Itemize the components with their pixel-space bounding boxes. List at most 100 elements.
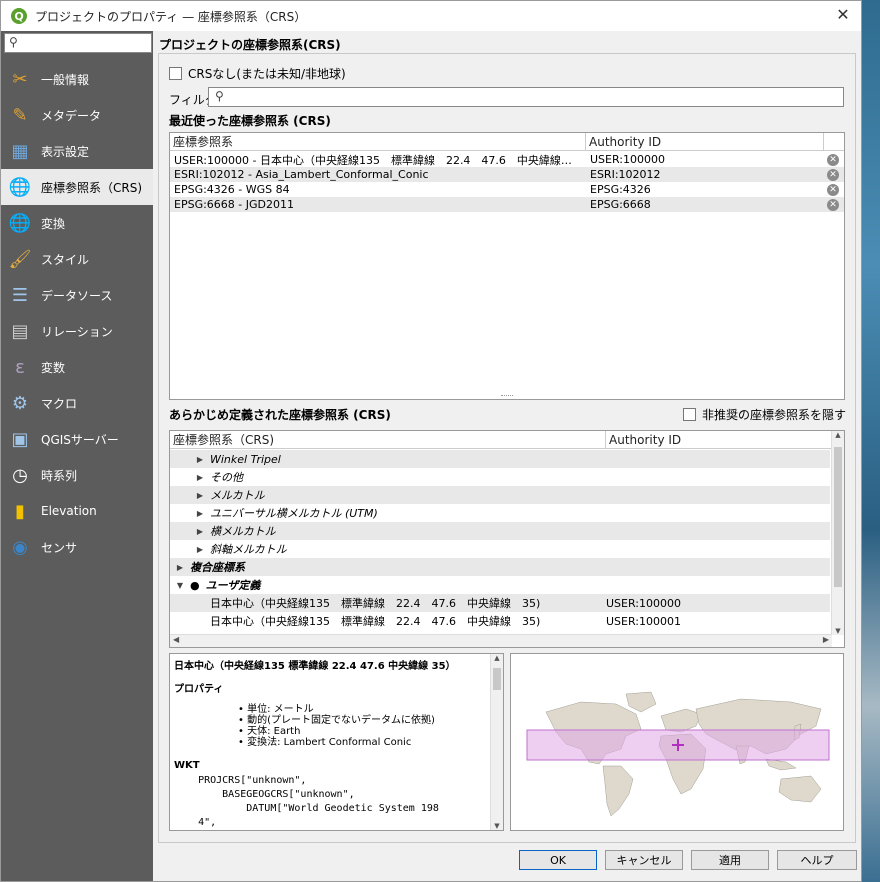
collapsed-arrow-icon[interactable]: ▶ [194,545,206,554]
hide-deprecated-option[interactable]: 非推奨の座標参照系を隠す [683,406,846,423]
col-header-authority[interactable]: Authority ID [586,133,824,151]
tree-row-label: 複合座標系 [190,561,245,574]
tree-row[interactable]: ▶ メルカトル [170,486,830,504]
sidebar-item-tools[interactable]: ✂ 一般情報 [1,61,153,97]
datasource-icon: ☰ [11,284,29,306]
sidebar-item-transform[interactable]: 🌐 変換 [1,205,153,241]
sidebar-item-brush[interactable]: 🖌 スタイル [1,241,153,277]
scroll-down-arrow[interactable]: ▼ [491,822,503,830]
crs-props-list: • 単位: メートル • 動的(プレート固定でないデータムに依拠) • 天体: Ea… [238,704,435,748]
tree-vertical-scrollbar[interactable]: ▲ ▼ [831,431,844,635]
tree-row[interactable]: ▶ 横メルカトル [170,522,830,540]
close-icon[interactable]: ✕ [835,7,851,23]
collapsed-arrow-icon[interactable]: ▶ [194,491,206,500]
main-panel: プロジェクトの座標参照系(CRS) CRSなし(または未知/非地球) フィルタ … [153,31,861,881]
collapsed-arrow-icon[interactable]: ▶ [194,455,206,464]
table-row[interactable]: EPSG:4326 - WGS 84 EPSG:4326 ✕ [170,182,844,197]
filter-input[interactable]: ⚲ [208,87,844,107]
scroll-thumb[interactable] [493,668,501,690]
tree-row[interactable]: ▶ ユニバーサル横メルカトル (UTM) [170,504,830,522]
scroll-down-arrow[interactable]: ▼ [832,627,844,635]
sidebar-item-variable[interactable]: ε 変数 [1,349,153,385]
no-crs-option[interactable]: CRSなし(または未知/非地球) [169,65,346,82]
sidebar-item-server[interactable]: ▣ QGISサーバー [1,421,153,457]
authority-id-cell: EPSG:4326 [590,183,651,196]
tree-row-label: Winkel Tripel [210,452,281,466]
sidebar-item-macro[interactable]: ⚙ マクロ [1,385,153,421]
table-row[interactable]: ESRI:102012 - Asia_Lambert_Conformal_Con… [170,167,844,182]
sidebar-item-metadata[interactable]: ✎ メタデータ [1,97,153,133]
wkt-title: WKT [174,760,200,771]
help-button[interactable]: ヘルプ [777,850,857,870]
scroll-thumb[interactable] [834,447,842,587]
cancel-button[interactable]: キャンセル [605,850,683,870]
collapsed-arrow-icon[interactable]: ▶ [174,563,186,572]
wkt-text: PROJCRS["unknown", BASEGEOGCRS["unknown"… [174,774,439,830]
authority-id-cell: USER:100000 [606,596,681,610]
tree-row[interactable]: 日本中心（中央経線135 標準緯線 22.4 47.6 中央緯線 35) USER… [170,612,830,630]
sidebar-item-datasource[interactable]: ☰ データソース [1,277,153,313]
tree-row-label: 横メルカトル [210,525,276,538]
sidebar-item-elevation[interactable]: ▮ Elevation [1,493,153,529]
remove-recent-icon[interactable]: ✕ [827,153,839,166]
col-header-crs[interactable]: 座標参照系（CRS) [170,431,606,449]
remove-recent-icon[interactable]: ✕ [827,198,839,211]
sidebar-item-label: データソース [41,288,113,303]
tree-row[interactable]: ▶ Winkel Tripel [170,450,830,468]
scroll-up-arrow[interactable]: ▲ [832,431,844,439]
remove-recent-icon[interactable]: ✕ [827,183,839,196]
sidebar-item-sensor[interactable]: ◉ センサ [1,529,153,565]
collapsed-arrow-icon[interactable]: ▶ [194,527,206,536]
project-properties-dialog: Q プロジェクトのプロパティ — 座標参照系（CRS） ✕ ⚲ ✂ 一般情報 ✎ メタ… [0,0,862,882]
scroll-right-arrow[interactable]: ▶ [823,635,829,644]
sidebar-item-globe[interactable]: 🌐 座標参照系（CRS) [1,169,153,205]
tree-row-label: その他 [210,471,243,484]
apply-button[interactable]: 適用 [691,850,769,870]
no-crs-label: CRSなし(または未知/非地球) [188,67,346,81]
recent-crs-title: 最近使った座標参照系 (CRS) [169,114,331,128]
table-row[interactable]: EPSG:6668 - JGD2011 EPSG:6668 ✕ [170,197,844,212]
transform-icon: 🌐 [8,212,32,234]
predefined-crs-title: あらかじめ定義された座標参照系 (CRS) [169,408,391,422]
hide-deprecated-label: 非推奨の座標参照系を隠す [702,408,847,422]
brush-icon: 🖌 [8,248,32,270]
sidebar-search-input[interactable]: ⚲ [4,33,152,53]
title-bar: Q プロジェクトのプロパティ — 座標参照系（CRS） ✕ [1,1,861,31]
crs-name-cell: USER:100000 - 日本中心（中央経線135 標準緯線 22.4 47.… [174,153,572,167]
sidebar-item-clock[interactable]: ◷ 時系列 [1,457,153,493]
wkt-line: 4", [174,817,217,828]
ok-button[interactable]: OK [519,850,597,870]
tree-row[interactable]: ▼ ● ユーザ定義 [170,576,830,594]
user-icon: ● [190,578,200,592]
sidebar-item-relation[interactable]: ▤ リレーション [1,313,153,349]
crs-extent-map [510,653,844,831]
tree-horizontal-scrollbar[interactable]: ◀ ▶ [170,634,832,647]
macro-icon: ⚙ [11,392,29,414]
hide-deprecated-checkbox[interactable] [683,408,696,421]
splitter-handle[interactable] [501,395,513,399]
wkt-line: PROJCRS["unknown", [174,775,307,786]
search-icon: ⚲ [9,35,18,49]
clock-icon: ◷ [12,464,28,486]
tree-row[interactable]: ▶ 斜軸メルカトル [170,540,830,558]
tree-row-label: ユニバーサル横メルカトル (UTM) [210,507,378,520]
remove-recent-icon[interactable]: ✕ [827,168,839,181]
table-row[interactable]: USER:100000 - 日本中心（中央経線135 標準緯線 22.4 47.… [170,152,844,167]
col-header-authority[interactable]: Authority ID [606,431,832,449]
info-scrollbar[interactable]: ▲ ▼ [490,654,503,830]
sidebar: ⚲ ✂ 一般情報 ✎ メタデータ ▦ 表示設定 🌐 座標参照系（CRS) 🌐 変換 🖌 スタイル ☰ デー… [1,31,153,881]
globe-icon: 🌐 [8,176,32,198]
tree-row[interactable]: ▶ その他 [170,468,830,486]
tree-row[interactable]: 日本中心（中央経線135 標準緯線 22.4 47.6 中央緯線 35) USER… [170,594,830,612]
scroll-left-arrow[interactable]: ◀ [173,635,179,644]
sidebar-item-view-settings[interactable]: ▦ 表示設定 [1,133,153,169]
collapsed-arrow-icon[interactable]: ▶ [194,509,206,518]
col-header-crs[interactable]: 座標参照系 [170,133,586,151]
col-header-remove [824,133,844,151]
expanded-arrow-icon[interactable]: ▼ [174,581,186,590]
scroll-up-arrow[interactable]: ▲ [491,654,503,662]
no-crs-checkbox[interactable] [169,67,182,80]
collapsed-arrow-icon[interactable]: ▶ [194,473,206,482]
sidebar-item-label: 一般情報 [41,72,90,87]
tree-row[interactable]: ▶ 複合座標系 [170,558,830,576]
